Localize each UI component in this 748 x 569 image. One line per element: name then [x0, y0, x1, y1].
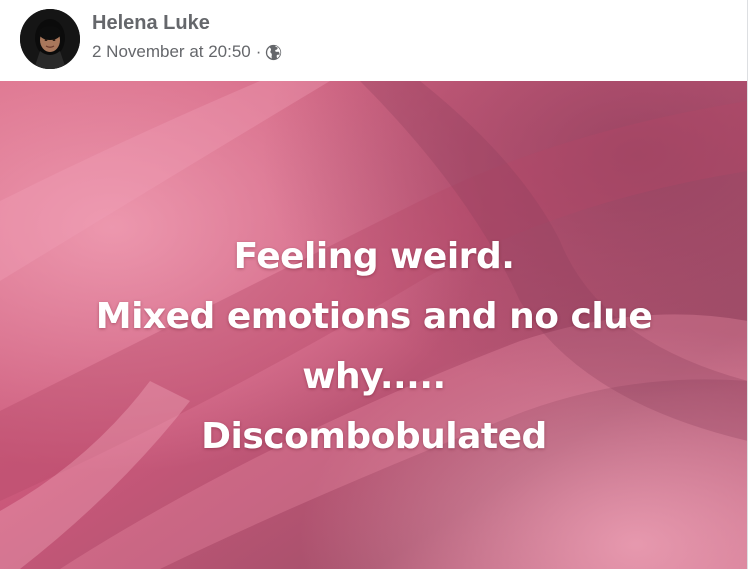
author-name[interactable]: Helena Luke: [92, 12, 210, 35]
status-background: Feeling weird. Mixed emotions and no clu…: [0, 81, 747, 569]
profile-photo-icon: [20, 9, 80, 69]
status-line-3: why.....: [302, 356, 446, 397]
post-timestamp[interactable]: 2 November at 20:50: [92, 42, 251, 62]
status-line-1: Feeling weird.: [233, 236, 515, 277]
status-line-4: Discombobulated: [201, 416, 547, 457]
meta-separator: ·: [255, 42, 262, 61]
post-card: Helena Luke 2 November at 20:50 · Feelin…: [0, 0, 748, 569]
globe-icon[interactable]: [265, 44, 282, 61]
post-meta: 2 November at 20:50 ·: [92, 42, 282, 62]
post-header: Helena Luke 2 November at 20:50 ·: [0, 0, 747, 81]
status-text: Feeling weird. Mixed emotions and no clu…: [40, 227, 708, 467]
author-avatar[interactable]: [20, 9, 80, 69]
status-line-2: Mixed emotions and no clue: [95, 296, 653, 337]
